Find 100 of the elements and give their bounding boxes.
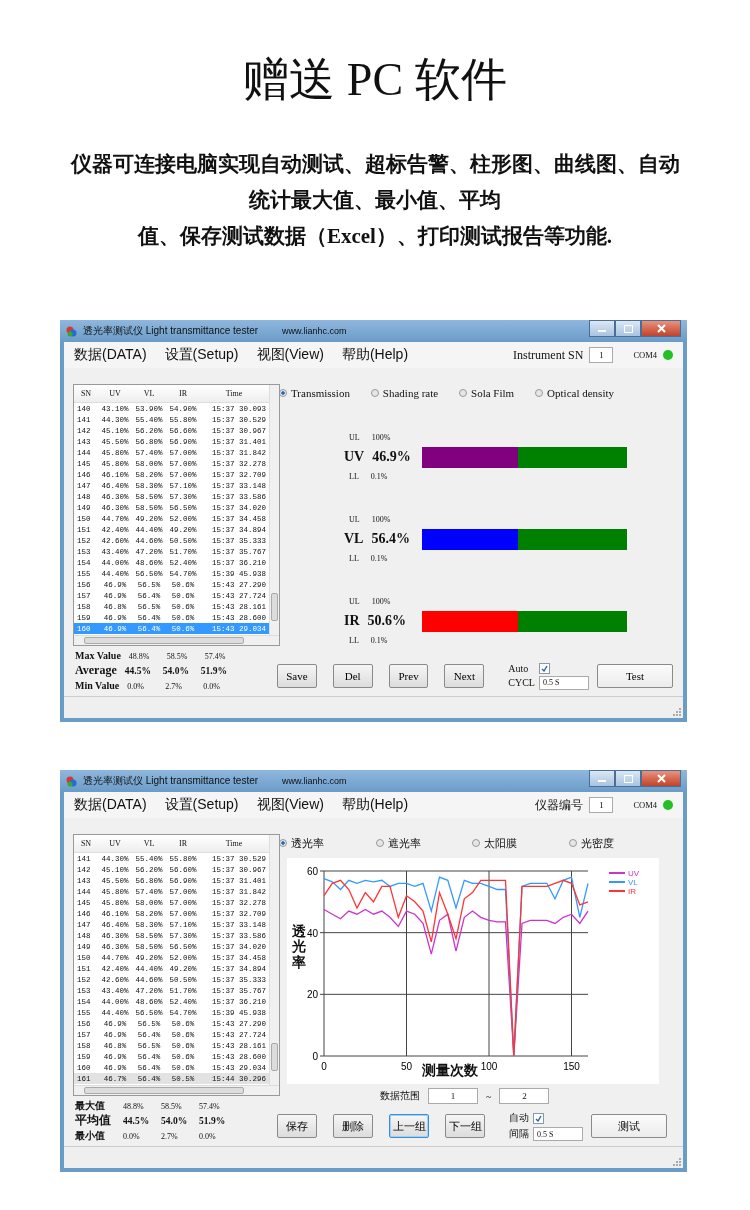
- instrument-field[interactable]: 1: [589, 347, 614, 363]
- menu-item[interactable]: 帮助(Help): [341, 794, 409, 816]
- minimize-button[interactable]: [589, 320, 615, 337]
- window-title: 透光率测试仪 Light transmittance tester: [83, 774, 259, 788]
- limit-value: 100%: [371, 433, 391, 442]
- action-button[interactable]: Del: [332, 664, 373, 688]
- action-button[interactable]: Save: [277, 664, 317, 688]
- action-button[interactable]: 上一组: [389, 1114, 429, 1138]
- radio-label[interactable]: 太阳膜: [484, 835, 518, 851]
- radio-label[interactable]: 透光率: [291, 835, 324, 851]
- instrument-field[interactable]: 1: [589, 797, 614, 813]
- limit-label: LL: [349, 636, 359, 645]
- scrollbar[interactable]: [269, 385, 279, 635]
- channel-value: 56.4%: [371, 531, 410, 547]
- radio-button[interactable]: [375, 839, 384, 847]
- stat-label: 最小值: [75, 1129, 106, 1142]
- axis-title: 测量次数: [422, 1062, 478, 1080]
- tick-label: 150: [563, 1061, 580, 1072]
- checkbox[interactable]: [539, 662, 550, 674]
- stat-value: 0.0%: [199, 1131, 217, 1143]
- channel-value: 46.9%: [372, 449, 411, 465]
- menu-item[interactable]: 设置(Setup): [164, 794, 239, 816]
- action-button[interactable]: Prev: [388, 664, 429, 688]
- maximize-icon: [623, 324, 633, 333]
- limit-label: LL: [349, 472, 359, 481]
- column-header[interactable]: IR: [166, 389, 200, 398]
- scrollbar[interactable]: [74, 1085, 279, 1095]
- column-header[interactable]: IR: [166, 839, 200, 848]
- menu-item[interactable]: 视图(View): [256, 344, 324, 366]
- radio-label[interactable]: Transmission: [291, 387, 350, 399]
- port-label: COM4: [633, 350, 657, 360]
- auto-label: Auto: [508, 662, 530, 674]
- intro-text: 统计最大值、最小值、平均: [249, 187, 501, 214]
- action-button[interactable]: 删除: [333, 1114, 373, 1138]
- app-logo-icon: [66, 325, 77, 337]
- column-header[interactable]: Time: [200, 389, 268, 398]
- tick-label: 40: [306, 927, 318, 939]
- range-field[interactable]: 1: [428, 1088, 478, 1104]
- action-button[interactable]: 下一组: [445, 1114, 485, 1138]
- legend-line: [608, 890, 626, 892]
- stat-label: Max Value: [75, 649, 121, 662]
- legend-label: UV: [628, 869, 640, 878]
- close-button[interactable]: [641, 320, 681, 337]
- close-icon: [656, 324, 666, 333]
- action-button[interactable]: 保存: [277, 1114, 317, 1138]
- column-header[interactable]: VL: [132, 389, 166, 398]
- action-button[interactable]: Next: [444, 664, 485, 688]
- legend-line: [608, 881, 626, 883]
- menu-item[interactable]: 数据(DATA): [74, 344, 147, 366]
- port-label: COM4: [633, 800, 657, 810]
- radio-label[interactable]: Optical density: [547, 387, 614, 399]
- resize-grip-icon[interactable]: [672, 1157, 681, 1166]
- radio-label[interactable]: Sola Film: [471, 387, 515, 399]
- axis-title: 透光率: [292, 924, 306, 971]
- scrollbar[interactable]: [74, 635, 279, 645]
- radio-button[interactable]: [459, 389, 468, 397]
- close-button[interactable]: [641, 770, 681, 787]
- test-button[interactable]: 测试: [591, 1114, 667, 1138]
- radio-button[interactable]: [568, 839, 577, 847]
- tick-label: 0: [312, 1051, 318, 1062]
- radio-label[interactable]: 遮光率: [387, 835, 421, 851]
- column-header[interactable]: Time: [200, 839, 268, 848]
- minimize-button[interactable]: [589, 770, 615, 787]
- menu-item[interactable]: 数据(DATA): [74, 794, 147, 816]
- stat-value: 57.4%: [199, 1101, 221, 1113]
- radio-button[interactable]: [279, 839, 287, 847]
- stat-value: 2.7%: [161, 1131, 179, 1143]
- column-header[interactable]: SN: [74, 389, 98, 398]
- range-field[interactable]: 2: [499, 1088, 550, 1104]
- radio-button[interactable]: [535, 389, 544, 397]
- menu-item[interactable]: 帮助(Help): [341, 344, 409, 366]
- interval-field[interactable]: 0.5 S: [539, 675, 589, 690]
- limit-label: UL: [349, 515, 360, 524]
- radio-label[interactable]: Shading rate: [382, 387, 439, 399]
- interval-field[interactable]: 0.5 S: [533, 1127, 583, 1141]
- radio-label[interactable]: 光密度: [580, 835, 614, 851]
- tick-label: 20: [306, 989, 318, 1001]
- resize-grip-icon[interactable]: [672, 707, 681, 716]
- menu-item[interactable]: 设置(Setup): [164, 344, 239, 366]
- maximize-button[interactable]: [615, 770, 641, 787]
- stat-value: 2.7%: [165, 681, 183, 693]
- scrollbar[interactable]: [269, 835, 279, 1085]
- maximize-button[interactable]: [615, 320, 641, 337]
- radio-button[interactable]: [472, 839, 481, 847]
- column-header[interactable]: SN: [74, 839, 98, 848]
- menu-item[interactable]: 视图(View): [256, 794, 324, 816]
- limit-label: LL: [349, 554, 359, 563]
- instrument-label: 仪器编号: [535, 796, 584, 814]
- tick-label: 60: [306, 866, 318, 877]
- column-header[interactable]: UV: [98, 389, 132, 398]
- radio-button[interactable]: [279, 389, 287, 397]
- stat-value: 51.9%: [199, 1115, 227, 1128]
- test-button[interactable]: Test: [597, 664, 673, 688]
- column-header[interactable]: VL: [132, 839, 166, 848]
- stat-value: 0.0%: [127, 681, 145, 693]
- column-header[interactable]: UV: [98, 839, 132, 848]
- range-label: 数据范围: [380, 1089, 420, 1103]
- stat-value: 58.5%: [166, 651, 189, 663]
- checkbox[interactable]: [533, 1112, 544, 1124]
- radio-button[interactable]: [370, 389, 379, 397]
